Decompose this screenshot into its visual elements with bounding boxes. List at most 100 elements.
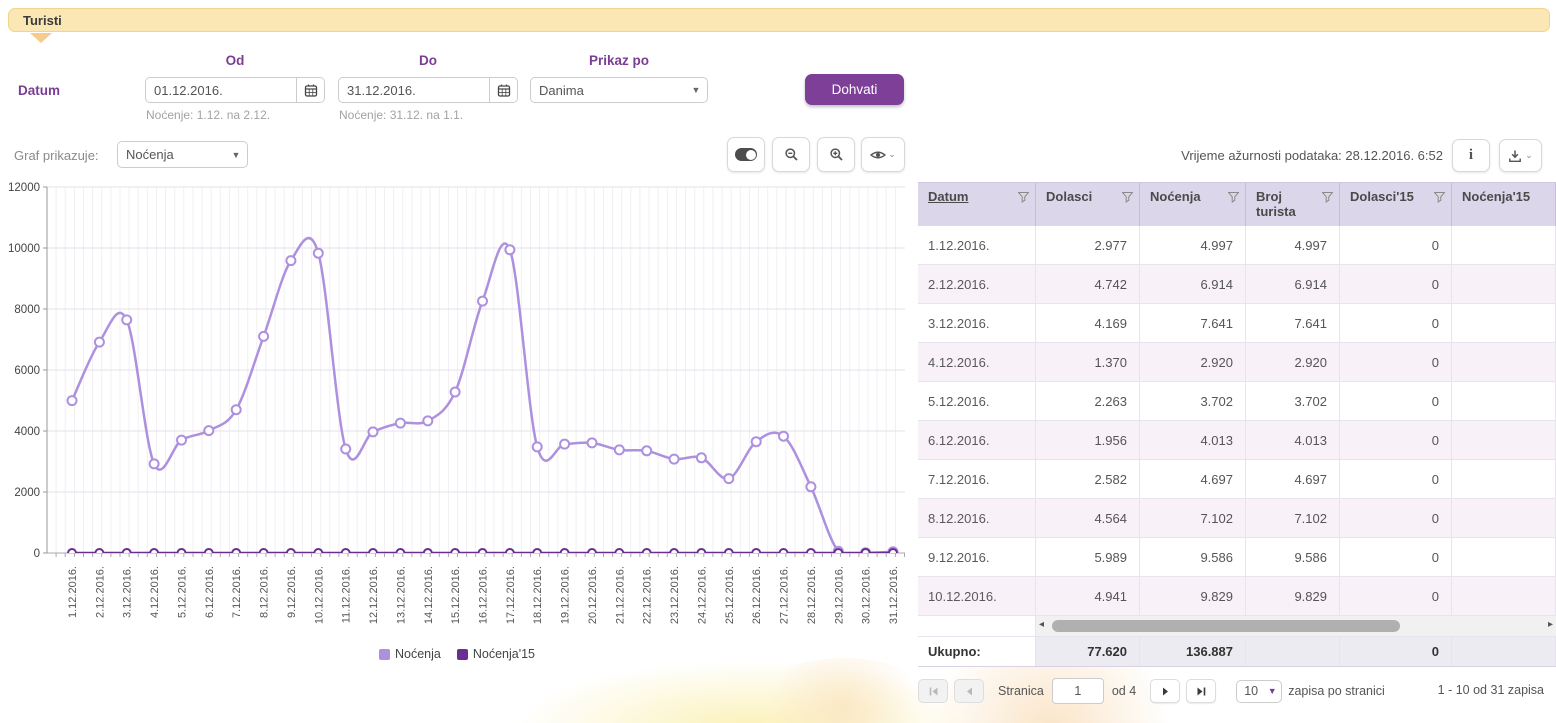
svg-text:21.12.2016.: 21.12.2016. xyxy=(614,566,626,624)
chart-area: 0200040006000800010000120001.12.2016.2.1… xyxy=(4,180,910,660)
column-header-5[interactable]: Noćenja'15 xyxy=(1452,183,1556,226)
cell xyxy=(1452,460,1556,498)
pagination-bar: Stranica od 4 10 ▼ zapisa po stranici xyxy=(918,678,1385,704)
column-header-4[interactable]: Dolasci'15 xyxy=(1340,183,1452,226)
svg-text:29.12.2016.: 29.12.2016. xyxy=(833,566,845,624)
cell: 9.829 xyxy=(1246,577,1340,615)
next-page-icon xyxy=(1160,686,1171,697)
total-cell xyxy=(1246,637,1340,666)
legend-item[interactable]: Noćenja xyxy=(379,647,441,661)
svg-text:2000: 2000 xyxy=(14,487,40,499)
calendar-icon[interactable] xyxy=(489,78,517,102)
cell: 0 xyxy=(1340,343,1452,381)
date-from-input[interactable] xyxy=(146,83,296,98)
scrollbar-track[interactable]: ◂▸ xyxy=(1036,616,1556,636)
chevron-down-icon: ▼ xyxy=(685,85,707,95)
zoom-out-icon xyxy=(784,147,799,162)
graf-prikazuje-select[interactable]: Noćenja ▼ xyxy=(117,141,248,168)
prikaz-po-select[interactable]: Danima ▼ xyxy=(530,77,708,103)
last-page-icon xyxy=(1196,686,1207,697)
svg-text:4.12.2016.: 4.12.2016. xyxy=(149,566,161,618)
filter-icon[interactable] xyxy=(1322,192,1333,203)
prev-page-icon xyxy=(964,686,975,697)
legend-label: Noćenja'15 xyxy=(473,647,535,661)
table-row: 9.12.2016.5.9899.5869.5860 xyxy=(918,538,1556,577)
accordion-title: Turisti xyxy=(23,13,62,28)
chevron-down-icon: ⌄ xyxy=(888,149,896,160)
cell: 4.013 xyxy=(1140,421,1246,459)
column-header-2[interactable]: Noćenja xyxy=(1140,183,1246,226)
first-page-button[interactable] xyxy=(918,679,948,703)
svg-text:22.12.2016.: 22.12.2016. xyxy=(642,566,654,624)
calendar-icon[interactable] xyxy=(296,78,324,102)
cell: 4.013 xyxy=(1246,421,1340,459)
table-row: 5.12.2016.2.2633.7023.7020 xyxy=(918,382,1556,421)
table-row: 2.12.2016.4.7426.9146.9140 xyxy=(918,265,1556,304)
legend-item[interactable]: Noćenja'15 xyxy=(457,647,535,661)
column-header-label: Noćenja'15 xyxy=(1462,189,1530,204)
scroll-left-icon[interactable]: ◂ xyxy=(1039,619,1044,630)
cell: 1.956 xyxy=(1036,421,1140,459)
record-range-label: 1 - 10 od 31 zapisa xyxy=(1438,683,1544,697)
zoom-out-button[interactable] xyxy=(772,137,810,172)
chart-toggle-button[interactable] xyxy=(727,137,765,172)
column-header-1[interactable]: Dolasci xyxy=(1036,183,1140,226)
info-button[interactable]: i xyxy=(1452,139,1490,172)
column-header-0[interactable]: Datum xyxy=(918,183,1036,226)
page-size-value: 10 xyxy=(1237,684,1263,698)
dohvati-button[interactable]: Dohvati xyxy=(805,74,904,105)
scrollbar-spacer xyxy=(918,616,1036,636)
table-row: 3.12.2016.4.1697.6417.6410 xyxy=(918,304,1556,343)
scroll-right-icon[interactable]: ▸ xyxy=(1548,619,1553,630)
table-body: 1.12.2016.2.9774.9974.99702.12.2016.4.74… xyxy=(918,226,1556,616)
svg-text:8000: 8000 xyxy=(14,304,40,316)
last-page-button[interactable] xyxy=(1186,679,1216,703)
next-page-button[interactable] xyxy=(1150,679,1180,703)
filter-icon[interactable] xyxy=(1228,192,1239,203)
cell: 4.697 xyxy=(1140,460,1246,498)
first-page-icon xyxy=(928,686,939,697)
svg-text:25.12.2016.: 25.12.2016. xyxy=(724,566,736,624)
svg-text:15.12.2016.: 15.12.2016. xyxy=(450,566,462,624)
table-header-row: Datum Dolasci NoćenjaBroj turistaDolasci'1… xyxy=(918,182,1556,226)
cell: 0 xyxy=(1340,577,1452,615)
prev-page-button[interactable] xyxy=(954,679,984,703)
cell xyxy=(1452,226,1556,264)
column-header-label: Dolasci xyxy=(1046,189,1092,204)
zoom-in-button[interactable] xyxy=(817,137,855,172)
svg-text:10000: 10000 xyxy=(8,243,40,255)
visibility-menu-button[interactable]: ⌄ xyxy=(861,137,905,172)
page-number-input[interactable] xyxy=(1052,678,1104,704)
date-to-hint: Noćenje: 31.12. na 1.1. xyxy=(339,108,463,122)
cell: 1.12.2016. xyxy=(918,226,1036,264)
svg-text:23.12.2016.: 23.12.2016. xyxy=(669,566,681,624)
accordion-header-turisti[interactable]: Turisti xyxy=(8,8,1550,32)
cell: 6.914 xyxy=(1140,265,1246,303)
column-header-3[interactable]: Broj turista xyxy=(1246,183,1340,226)
total-cell: 77.620 xyxy=(1036,637,1140,666)
table-row: 8.12.2016.4.5647.1027.1020 xyxy=(918,499,1556,538)
total-label: Ukupno: xyxy=(918,637,1036,666)
page-size-label: zapisa po stranici xyxy=(1288,684,1385,698)
export-button[interactable]: ⌄ xyxy=(1499,139,1542,172)
filter-icon[interactable] xyxy=(1434,192,1445,203)
accordion-arrow xyxy=(30,33,52,43)
cell: 3.702 xyxy=(1140,382,1246,420)
svg-text:11.12.2016.: 11.12.2016. xyxy=(341,566,353,623)
svg-text:8.12.2016.: 8.12.2016. xyxy=(259,566,271,618)
svg-text:10.12.2016.: 10.12.2016. xyxy=(313,566,325,624)
cell xyxy=(1452,343,1556,381)
toggle-icon xyxy=(735,148,757,161)
scrollbar-thumb[interactable] xyxy=(1052,620,1400,632)
cell xyxy=(1452,577,1556,615)
page-size-select[interactable]: 10 ▼ xyxy=(1236,680,1282,703)
graf-prikazuje-label: Graf prikazuje: xyxy=(14,148,99,163)
total-cell: 0 xyxy=(1340,637,1452,666)
filter-icon[interactable] xyxy=(1018,192,1029,203)
chevron-down-icon: ▼ xyxy=(225,150,247,160)
cell: 2.582 xyxy=(1036,460,1140,498)
zoom-in-icon xyxy=(829,147,844,162)
date-to-input[interactable] xyxy=(339,83,489,98)
filter-icon[interactable] xyxy=(1122,192,1133,203)
data-grid: Datum Dolasci NoćenjaBroj turistaDolasci'1… xyxy=(918,182,1556,667)
